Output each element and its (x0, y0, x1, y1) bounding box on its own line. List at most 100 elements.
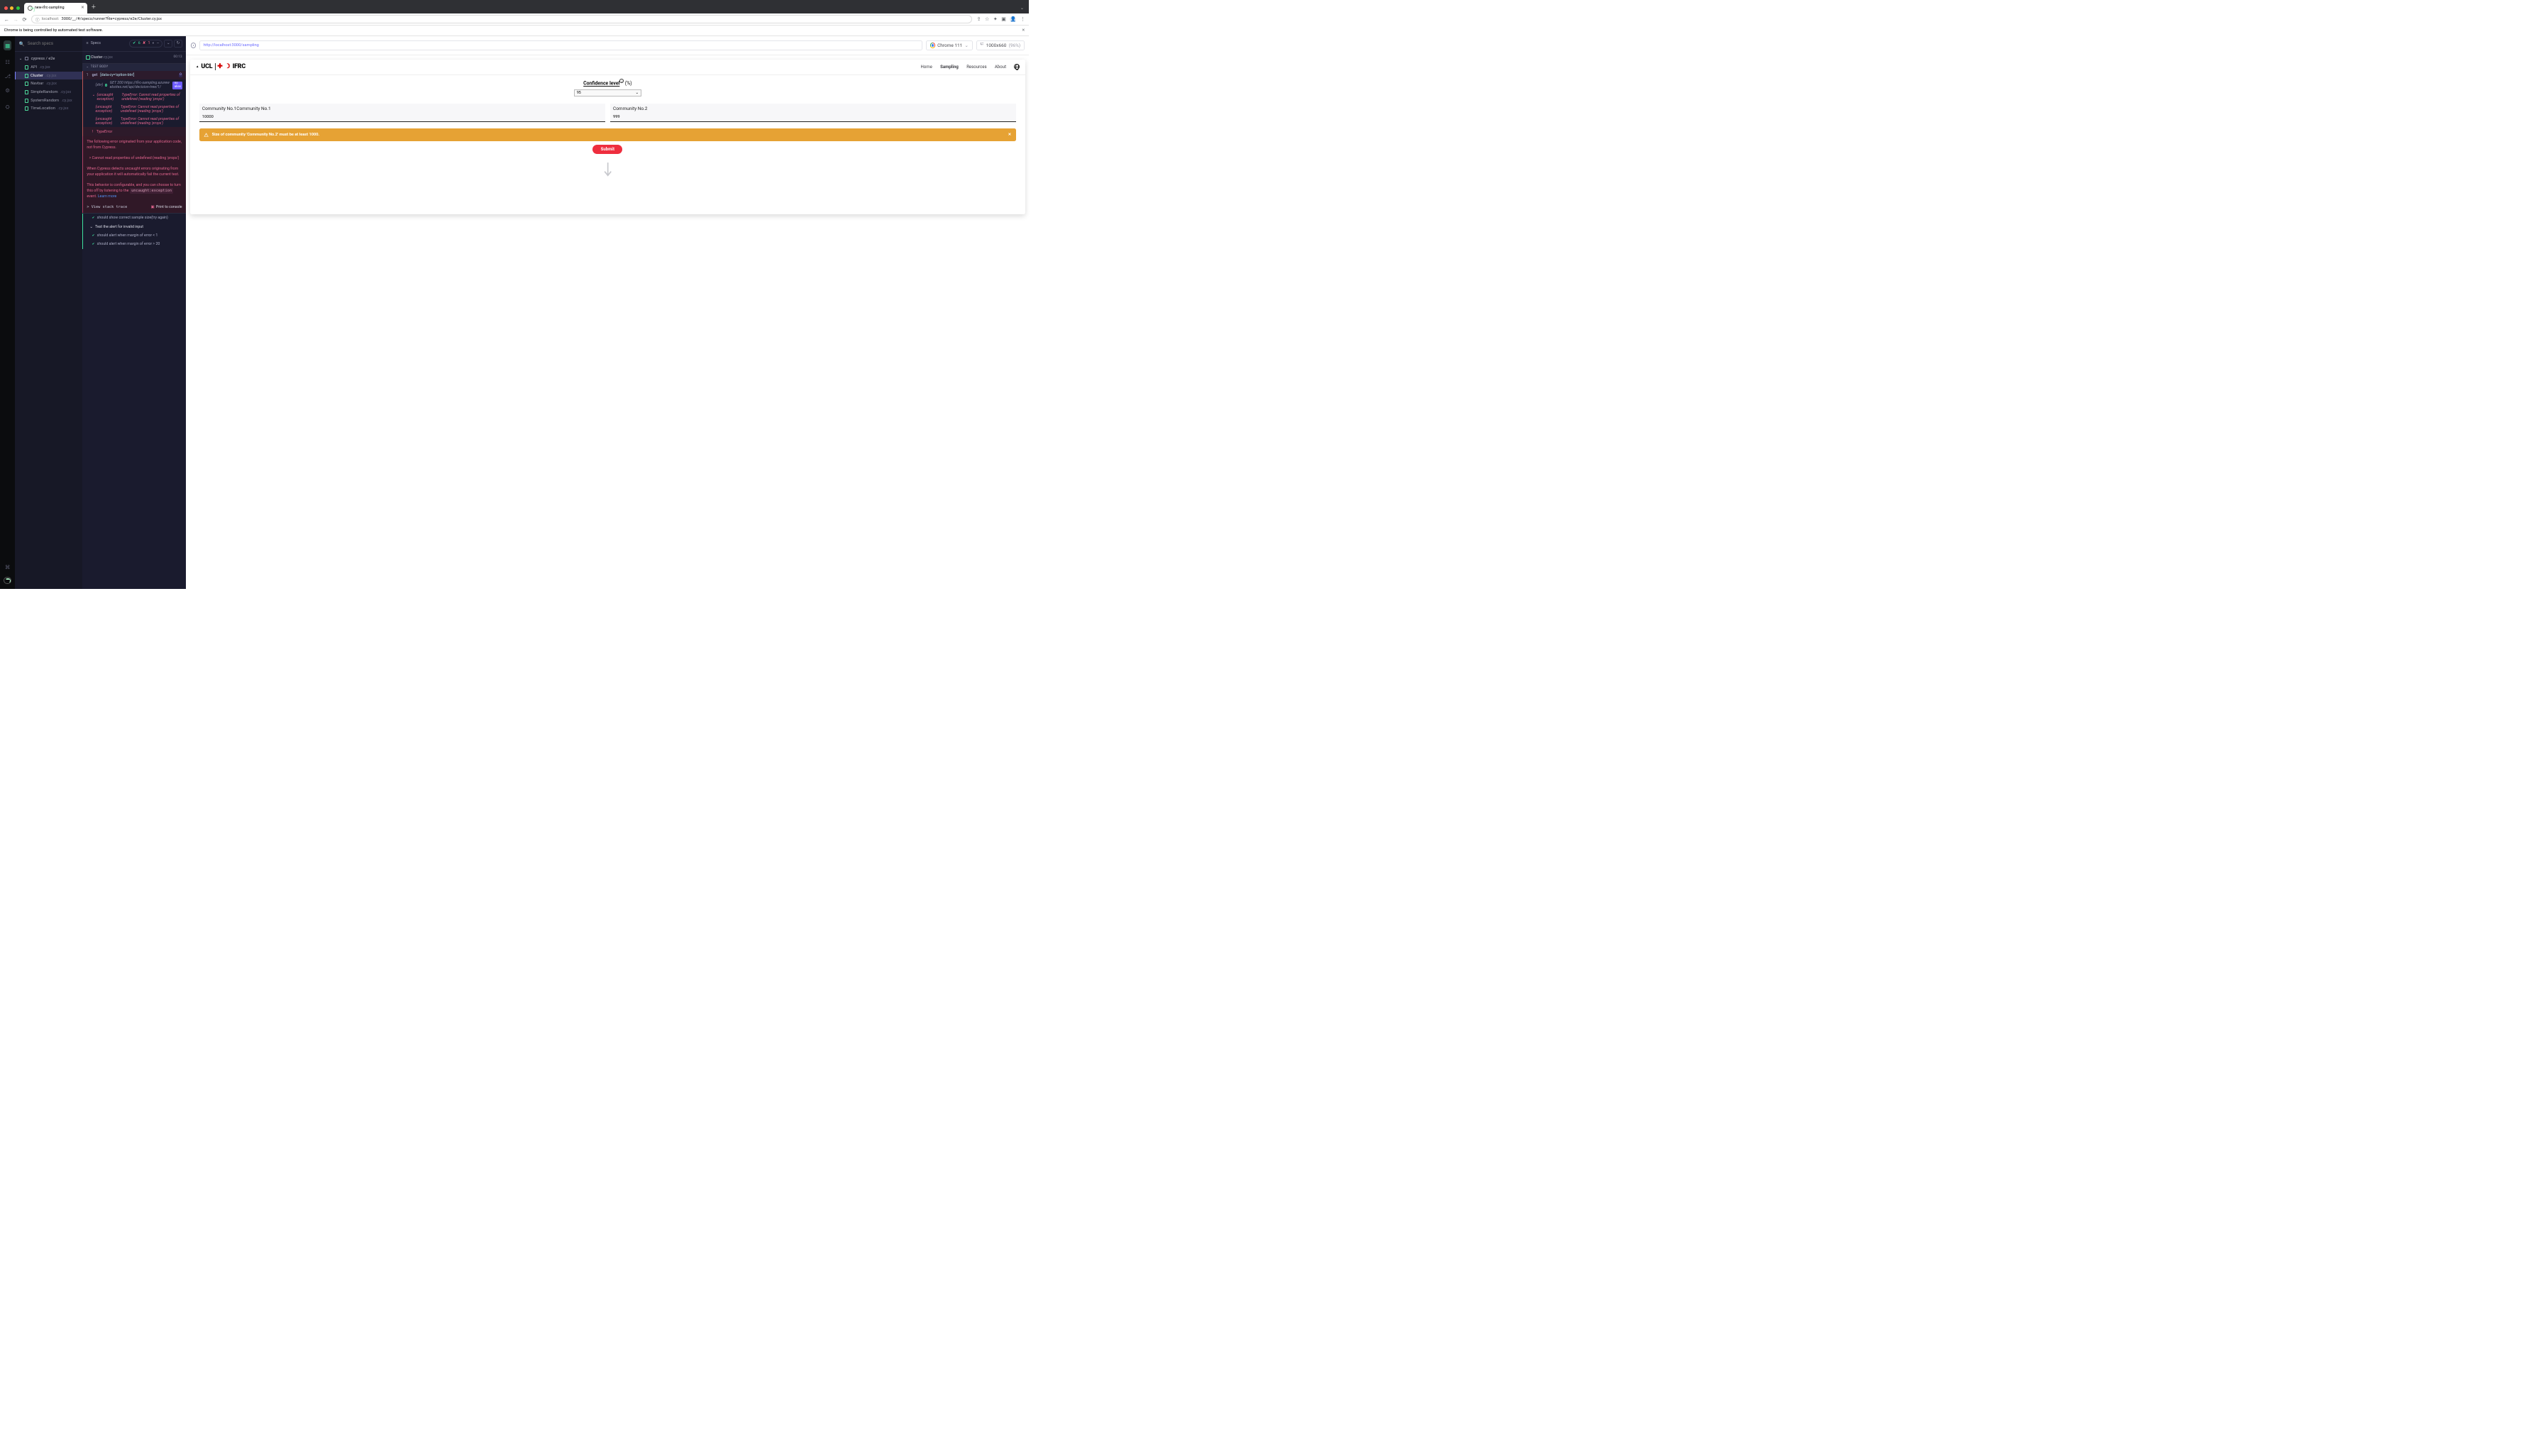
learn-more-link[interactable]: Learn more (98, 194, 117, 199)
maximize-window-icon[interactable] (16, 6, 20, 10)
bookmark-icon[interactable]: ☆ (985, 16, 989, 22)
exception-message: TypeError: Cannot read properties of und… (121, 105, 182, 114)
error-paragraph: The following error originated from your… (87, 140, 182, 151)
rail-gear-icon[interactable]: ⛭ (6, 104, 10, 111)
pass-count: 6 (138, 41, 140, 45)
spec-file-systemrandom[interactable]: SystemRandom.cy.jsx (15, 96, 82, 105)
minimize-window-icon[interactable] (10, 6, 13, 10)
spec-search-input[interactable] (27, 41, 83, 47)
exception-prefix: (uncaught exception) (96, 93, 117, 101)
nav-rail: ▦ ☷ ⎇ ⚙ ⛭ ⌘ (0, 36, 15, 589)
url-path: 3000/__/#/specs/runner?file=cypress/e2e/… (62, 17, 162, 21)
keyboard-icon[interactable]: ⌘ (5, 564, 10, 570)
reload-icon[interactable]: ⟳ (23, 16, 27, 23)
selector-playground-icon[interactable] (191, 43, 196, 48)
spec-search: 🔍 ＋ (15, 36, 82, 52)
tree-directory[interactable]: ⌄ cypress / e2e (15, 55, 82, 63)
app-logos: ▲UCL ✚☽IFRC (196, 63, 246, 70)
browser-tab[interactable]: new-ifrc-sampling ✕ (24, 3, 87, 13)
file-ext: .cy.jsx (60, 90, 71, 94)
submit-button[interactable]: Submit (592, 145, 622, 154)
close-window-icon[interactable] (4, 6, 8, 10)
ucl-mark-icon: ▲ (196, 65, 199, 69)
collapse-icon[interactable]: ≡ (86, 41, 88, 45)
forward-icon[interactable]: → (13, 16, 18, 23)
stats-pill: ✔6 ✘1 ◐-- (129, 40, 162, 48)
profile-icon[interactable]: 👤 (1010, 16, 1016, 23)
file-ext: .cy.jsx (39, 65, 50, 70)
browser-selector[interactable]: Chrome 111 ⌄ (926, 40, 973, 51)
folder-icon (25, 57, 29, 60)
share-icon[interactable]: ⇪ (977, 16, 981, 22)
back-icon[interactable]: ← (4, 16, 9, 23)
close-banner-icon[interactable]: ✕ (1022, 28, 1025, 33)
dismiss-alert-icon[interactable]: ✕ (1008, 133, 1012, 137)
log-command[interactable]: 1 get [data-cy='option-btn'] 0 (82, 71, 187, 79)
community-label: Community No.2 (610, 104, 1016, 114)
confidence-select[interactable]: 95 ⌄ (574, 89, 642, 97)
community-input-2[interactable] (610, 114, 1016, 122)
rail-specs-icon[interactable]: ▦ (4, 40, 12, 50)
site-info-icon[interactable]: ⓘ (35, 16, 40, 23)
menu-item-sampling[interactable]: Sampling (940, 65, 959, 70)
menu-item-about[interactable]: About (995, 65, 1006, 70)
log-exception[interactable]: (uncaught exception) TypeError: Cannot r… (82, 116, 187, 128)
test-body-header[interactable]: ⌄TEST BODY (82, 64, 187, 71)
test-row[interactable]: ✔should show correct sample size(try aga… (82, 214, 187, 222)
command-argument: [data-cy='option-btn'] (100, 73, 134, 77)
spec-file-simplerandom[interactable]: SimpleRandom.cy.jsx (15, 88, 82, 96)
rail-debug-icon[interactable]: ⎇ (4, 73, 10, 79)
language-icon[interactable] (1014, 64, 1020, 70)
rail-runs-icon[interactable]: ☷ (5, 59, 10, 65)
file-name: Cluster (31, 74, 43, 78)
chevron-down-button[interactable]: ⌄ (164, 40, 172, 48)
bang-icon: ! (92, 130, 93, 134)
address-bar[interactable]: ⓘ localhost:3000/__/#/specs/runner?file=… (31, 15, 972, 24)
rail-settings-icon[interactable]: ⚙ (5, 87, 10, 94)
menu-item-resources[interactable]: Resources (966, 65, 986, 70)
automation-banner-text: Chrome is being controlled by automated … (4, 28, 103, 33)
test-row[interactable]: ✔should alert when margin of error > 20 (82, 240, 187, 248)
community-input-1[interactable] (199, 114, 605, 122)
log-exception-group[interactable]: ⌄ (uncaught exception) TypeError: Cannot… (82, 92, 187, 104)
exception-prefix: (uncaught exception) (96, 105, 116, 114)
error-quote: > Cannot read properties of undefined (r… (87, 156, 182, 162)
viewport-selector[interactable]: ⮓ 1000x660 (96%) (976, 40, 1025, 51)
info-icon[interactable]: i (619, 79, 624, 83)
reporter-header: ≡ Specs ✔6 ✘1 ◐-- ⌄ ↻ (82, 36, 187, 52)
print-to-console-button[interactable]: ▣ Print to console (151, 205, 182, 209)
file-ext: .cy.jsx (45, 74, 56, 78)
test-row[interactable]: ✔should alert when margin of error < 1 (82, 231, 187, 240)
extensions-icon[interactable]: ✦ (993, 16, 998, 22)
app-navbar: ▲UCL ✚☽IFRC Home Sampling Resources About (190, 60, 1025, 75)
spec-file-cluster[interactable]: Cluster.cy.jsx (15, 72, 82, 80)
aut-header: http://localhost:3000/sampling Chrome 11… (186, 36, 1029, 55)
log-exception[interactable]: (uncaught exception) TypeError: Cannot r… (82, 104, 187, 116)
spec-row[interactable]: Cluster.cy.jsx 00:13 (82, 52, 187, 64)
aut-url[interactable]: http://localhost:3000/sampling (199, 40, 922, 51)
view-stack-trace[interactable]: > View stack trace (87, 205, 127, 209)
spec-name: Cluster (91, 55, 103, 60)
command-log: ⌄TEST BODY 1 get [data-cy='option-btn'] … (82, 64, 187, 590)
exception-message: TypeError: Cannot read properties of und… (121, 117, 182, 126)
log-xhr[interactable]: (xhr) GET 200 https://ifrc-sampling.azur… (82, 79, 187, 92)
log-typeerror[interactable]: ! TypeError (82, 127, 187, 136)
command-count: 0 (179, 73, 183, 77)
menu-item-home[interactable]: Home (920, 65, 932, 70)
automation-banner: Chrome is being controlled by automated … (0, 26, 1029, 36)
spec-file-api[interactable]: API.cy.jsx (15, 63, 82, 72)
spec-file-timelocation[interactable]: TimeLocation.cy.jsx (15, 105, 82, 114)
confidence-text: Confidence level (583, 81, 619, 87)
describe-block[interactable]: ⌄Test the alert for invalid input (82, 222, 187, 231)
cypress-logo-icon[interactable] (4, 577, 11, 585)
kebab-menu-icon[interactable]: ⋮ (1020, 16, 1025, 22)
close-tab-icon[interactable]: ✕ (81, 6, 84, 10)
restart-button[interactable]: ↻ (174, 40, 182, 48)
spec-file-navbar[interactable]: Navbar.cy.jsx (15, 79, 82, 88)
tabs-overflow-icon[interactable]: ⌄ (1020, 5, 1024, 11)
ruler-icon: ⮓ (981, 41, 984, 49)
side-panel-icon[interactable]: ▣ (1001, 16, 1005, 22)
chrome-icon (930, 43, 935, 48)
error-text: event. (87, 194, 97, 199)
new-tab-button[interactable]: ＋ (91, 4, 96, 11)
